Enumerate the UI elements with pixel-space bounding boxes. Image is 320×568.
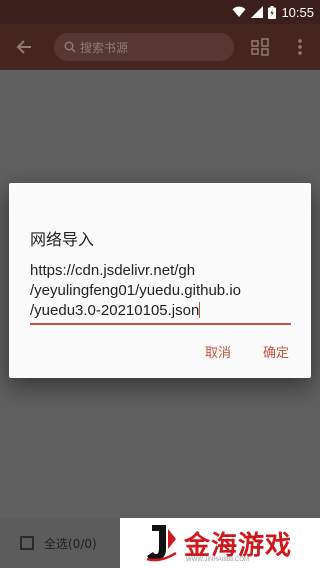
dialog-title: 网络导入 (30, 230, 95, 249)
select-all-label: 全选(0/0) (44, 536, 97, 551)
search-icon (64, 41, 76, 53)
url-line: /yuedu3.0-20210105.json (30, 302, 200, 319)
watermark-brand-text: 金海游戏 (184, 530, 293, 561)
ok-button[interactable]: 确定 (263, 345, 289, 363)
network-import-dialog: 网络导入 https://cdn.jsdelivr.net/gh /yeyuli… (9, 183, 311, 378)
brand-logo-icon (146, 525, 177, 562)
select-all-checkbox[interactable] (20, 536, 34, 550)
status-bar: 10:55 (0, 0, 320, 24)
cancel-button[interactable]: 取消 (205, 345, 231, 363)
more-menu-button[interactable] (280, 24, 320, 70)
search-placeholder: 搜索书源 (80, 40, 129, 55)
group-icon (251, 38, 269, 56)
search-input[interactable]: 搜索书源 (54, 33, 234, 61)
app-bar: 搜索书源 (0, 24, 320, 70)
back-button[interactable] (0, 24, 48, 70)
watermark-banner: 金海游戏 WWW.JINHAI888.COM (120, 518, 320, 568)
signal-icon (251, 6, 264, 18)
wifi-icon (232, 6, 246, 17)
text-cursor (199, 302, 201, 318)
battery-icon (268, 5, 277, 19)
arrow-left-icon (16, 40, 31, 54)
group-button[interactable] (240, 24, 280, 70)
watermark-url: WWW.JINHAI888.COM (186, 557, 250, 563)
status-time: 10:55 (281, 4, 314, 20)
url-input[interactable]: https://cdn.jsdelivr.net/gh /yeyulingfen… (30, 261, 291, 325)
url-line: https://cdn.jsdelivr.net/gh (30, 262, 196, 279)
url-line: /yeyulingfeng01/yuedu.github.io (30, 282, 241, 299)
more-vertical-icon (298, 39, 302, 55)
